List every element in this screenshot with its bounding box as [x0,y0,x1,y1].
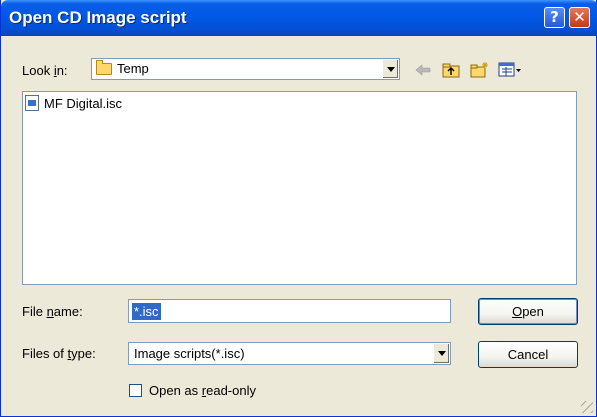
file-name-value: *.isc [131,302,162,321]
files-of-type-value: Image scripts(*.isc) [134,346,245,361]
look-in-label-text: Look [22,63,54,78]
window-title: Open CD Image script [9,8,187,27]
files-of-type-label-text-2: ype: [71,346,96,361]
file-name-label-text-2: ame: [53,304,83,319]
file-name: MF Digital.isc [44,96,123,111]
up-folder-icon[interactable] [441,61,461,79]
back-arrow-icon[interactable] [413,61,433,79]
file-name-label-text: File [22,304,47,319]
files-of-type-dropdown[interactable]: Image scripts(*.isc) [128,342,451,365]
new-folder-icon[interactable] [470,61,490,79]
open-mnemonic: O [512,304,523,319]
close-button[interactable]: ✕ [569,7,590,28]
open-button[interactable]: Open [478,298,578,325]
title-bar[interactable]: Open CD Image script ? ✕ [1,0,597,36]
read-only-label-text: Open as [149,383,202,398]
files-of-type-label: Files of type: [22,346,96,361]
close-icon: ✕ [573,8,586,26]
look-in-label-text-2: n: [56,63,68,78]
file-name-mnemonic: n [46,304,54,319]
file-name-input[interactable]: *.isc [128,299,451,323]
look-in-dropdown[interactable]: Temp [91,58,400,80]
resize-grip-icon[interactable] [581,401,593,413]
help-icon: ? [550,8,559,26]
read-only-label[interactable]: Open as read-only [149,383,256,398]
chevron-down-icon[interactable] [382,60,398,78]
file-name-label: File name: [22,304,83,319]
chevron-down-icon[interactable] [433,344,449,363]
folder-icon [96,60,112,75]
open-dialog-window: Open CD Image script ? ✕ Look in: Temp M… [0,0,597,417]
cancel-button[interactable]: Cancel [478,341,578,368]
files-of-type-label-text: Files of [22,346,68,361]
read-only-checkbox[interactable] [129,384,142,397]
open-button-label: pen [522,304,544,319]
look-in-value: Temp [117,61,149,76]
view-menu-icon[interactable] [498,61,522,79]
read-only-label-text-2: ead-only [206,383,256,398]
file-list[interactable]: MF Digital.isc [22,91,577,285]
help-button[interactable]: ? [544,7,565,28]
look-in-label: Look in: [22,63,68,78]
script-file-icon [25,95,39,111]
